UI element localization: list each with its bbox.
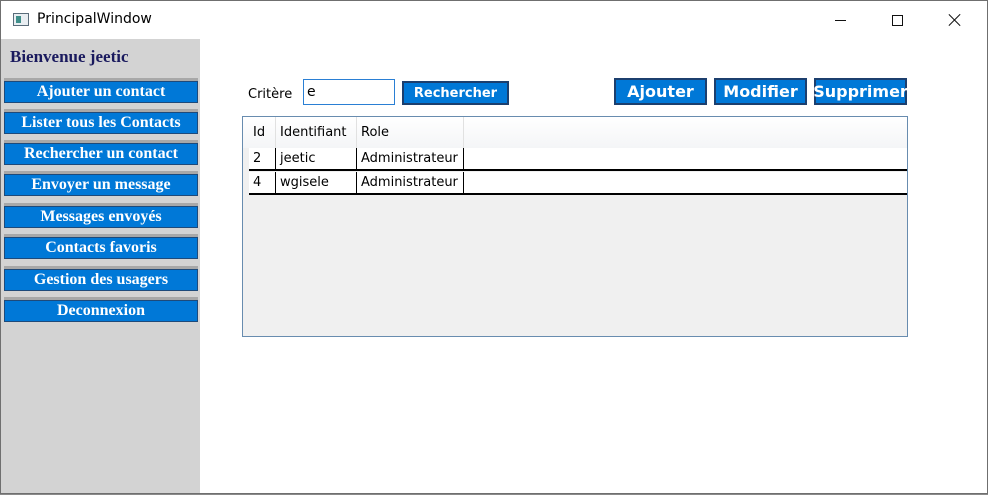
- close-icon: [948, 13, 962, 27]
- close-button[interactable]: [926, 1, 984, 39]
- sidebar-item-add-contact[interactable]: Ajouter un contact: [4, 81, 198, 103]
- sidebar-item-user-management[interactable]: Gestion des usagers: [4, 269, 198, 291]
- users-table[interactable]: Id Identifiant Role 2 jeetic Administrat…: [242, 116, 908, 337]
- window-title: PrincipalWindow: [37, 11, 152, 27]
- sidebar-item-logout[interactable]: Deconnexion: [4, 300, 198, 322]
- sidebar-item-sent-messages[interactable]: Messages envoyés: [4, 206, 198, 228]
- maximize-icon: [891, 14, 903, 26]
- cell-identifiant: jeetic: [276, 148, 357, 169]
- sidebar: Bienvenue jeetic Ajouter un contact List…: [1, 39, 200, 493]
- delete-button[interactable]: Supprimer: [813, 78, 908, 105]
- cell-identifiant: wgisele: [276, 172, 357, 193]
- sidebar-item-send-message[interactable]: Envoyer un message: [4, 174, 198, 196]
- minimize-button[interactable]: [811, 1, 869, 39]
- table-row[interactable]: 2 jeetic Administrateur: [249, 148, 907, 171]
- column-header-identifiant[interactable]: Identifiant: [276, 117, 357, 148]
- edit-button[interactable]: Modifier: [714, 78, 807, 105]
- app-window-icon: [13, 13, 29, 26]
- column-header-id[interactable]: Id: [249, 117, 276, 148]
- column-header-role[interactable]: Role: [357, 117, 464, 148]
- criteria-label: Critère: [248, 87, 293, 102]
- search-input[interactable]: [303, 79, 395, 105]
- sidebar-item-search-contact[interactable]: Rechercher un contact: [4, 143, 198, 165]
- table-row[interactable]: 4 wgisele Administrateur: [249, 172, 907, 195]
- principal-window: PrincipalWindow Bienvenue jeetic Ajouter…: [0, 0, 988, 494]
- search-button[interactable]: Rechercher: [402, 81, 509, 105]
- cell-role: Administrateur: [357, 148, 464, 169]
- minimize-icon: [834, 19, 846, 21]
- sidebar-item-list-contacts[interactable]: Lister tous les Contacts: [4, 112, 198, 134]
- welcome-text: Bienvenue jeetic: [10, 47, 129, 66]
- cell-id: 4: [249, 172, 276, 193]
- cell-role: Administrateur: [357, 172, 464, 193]
- sidebar-item-favorite-contacts[interactable]: Contacts favoris: [4, 237, 198, 259]
- table-header: Id Identifiant Role: [243, 117, 907, 148]
- title-bar[interactable]: PrincipalWindow: [1, 1, 987, 39]
- cell-id: 2: [249, 148, 276, 169]
- maximize-button[interactable]: [868, 1, 926, 39]
- add-button[interactable]: Ajouter: [614, 78, 707, 105]
